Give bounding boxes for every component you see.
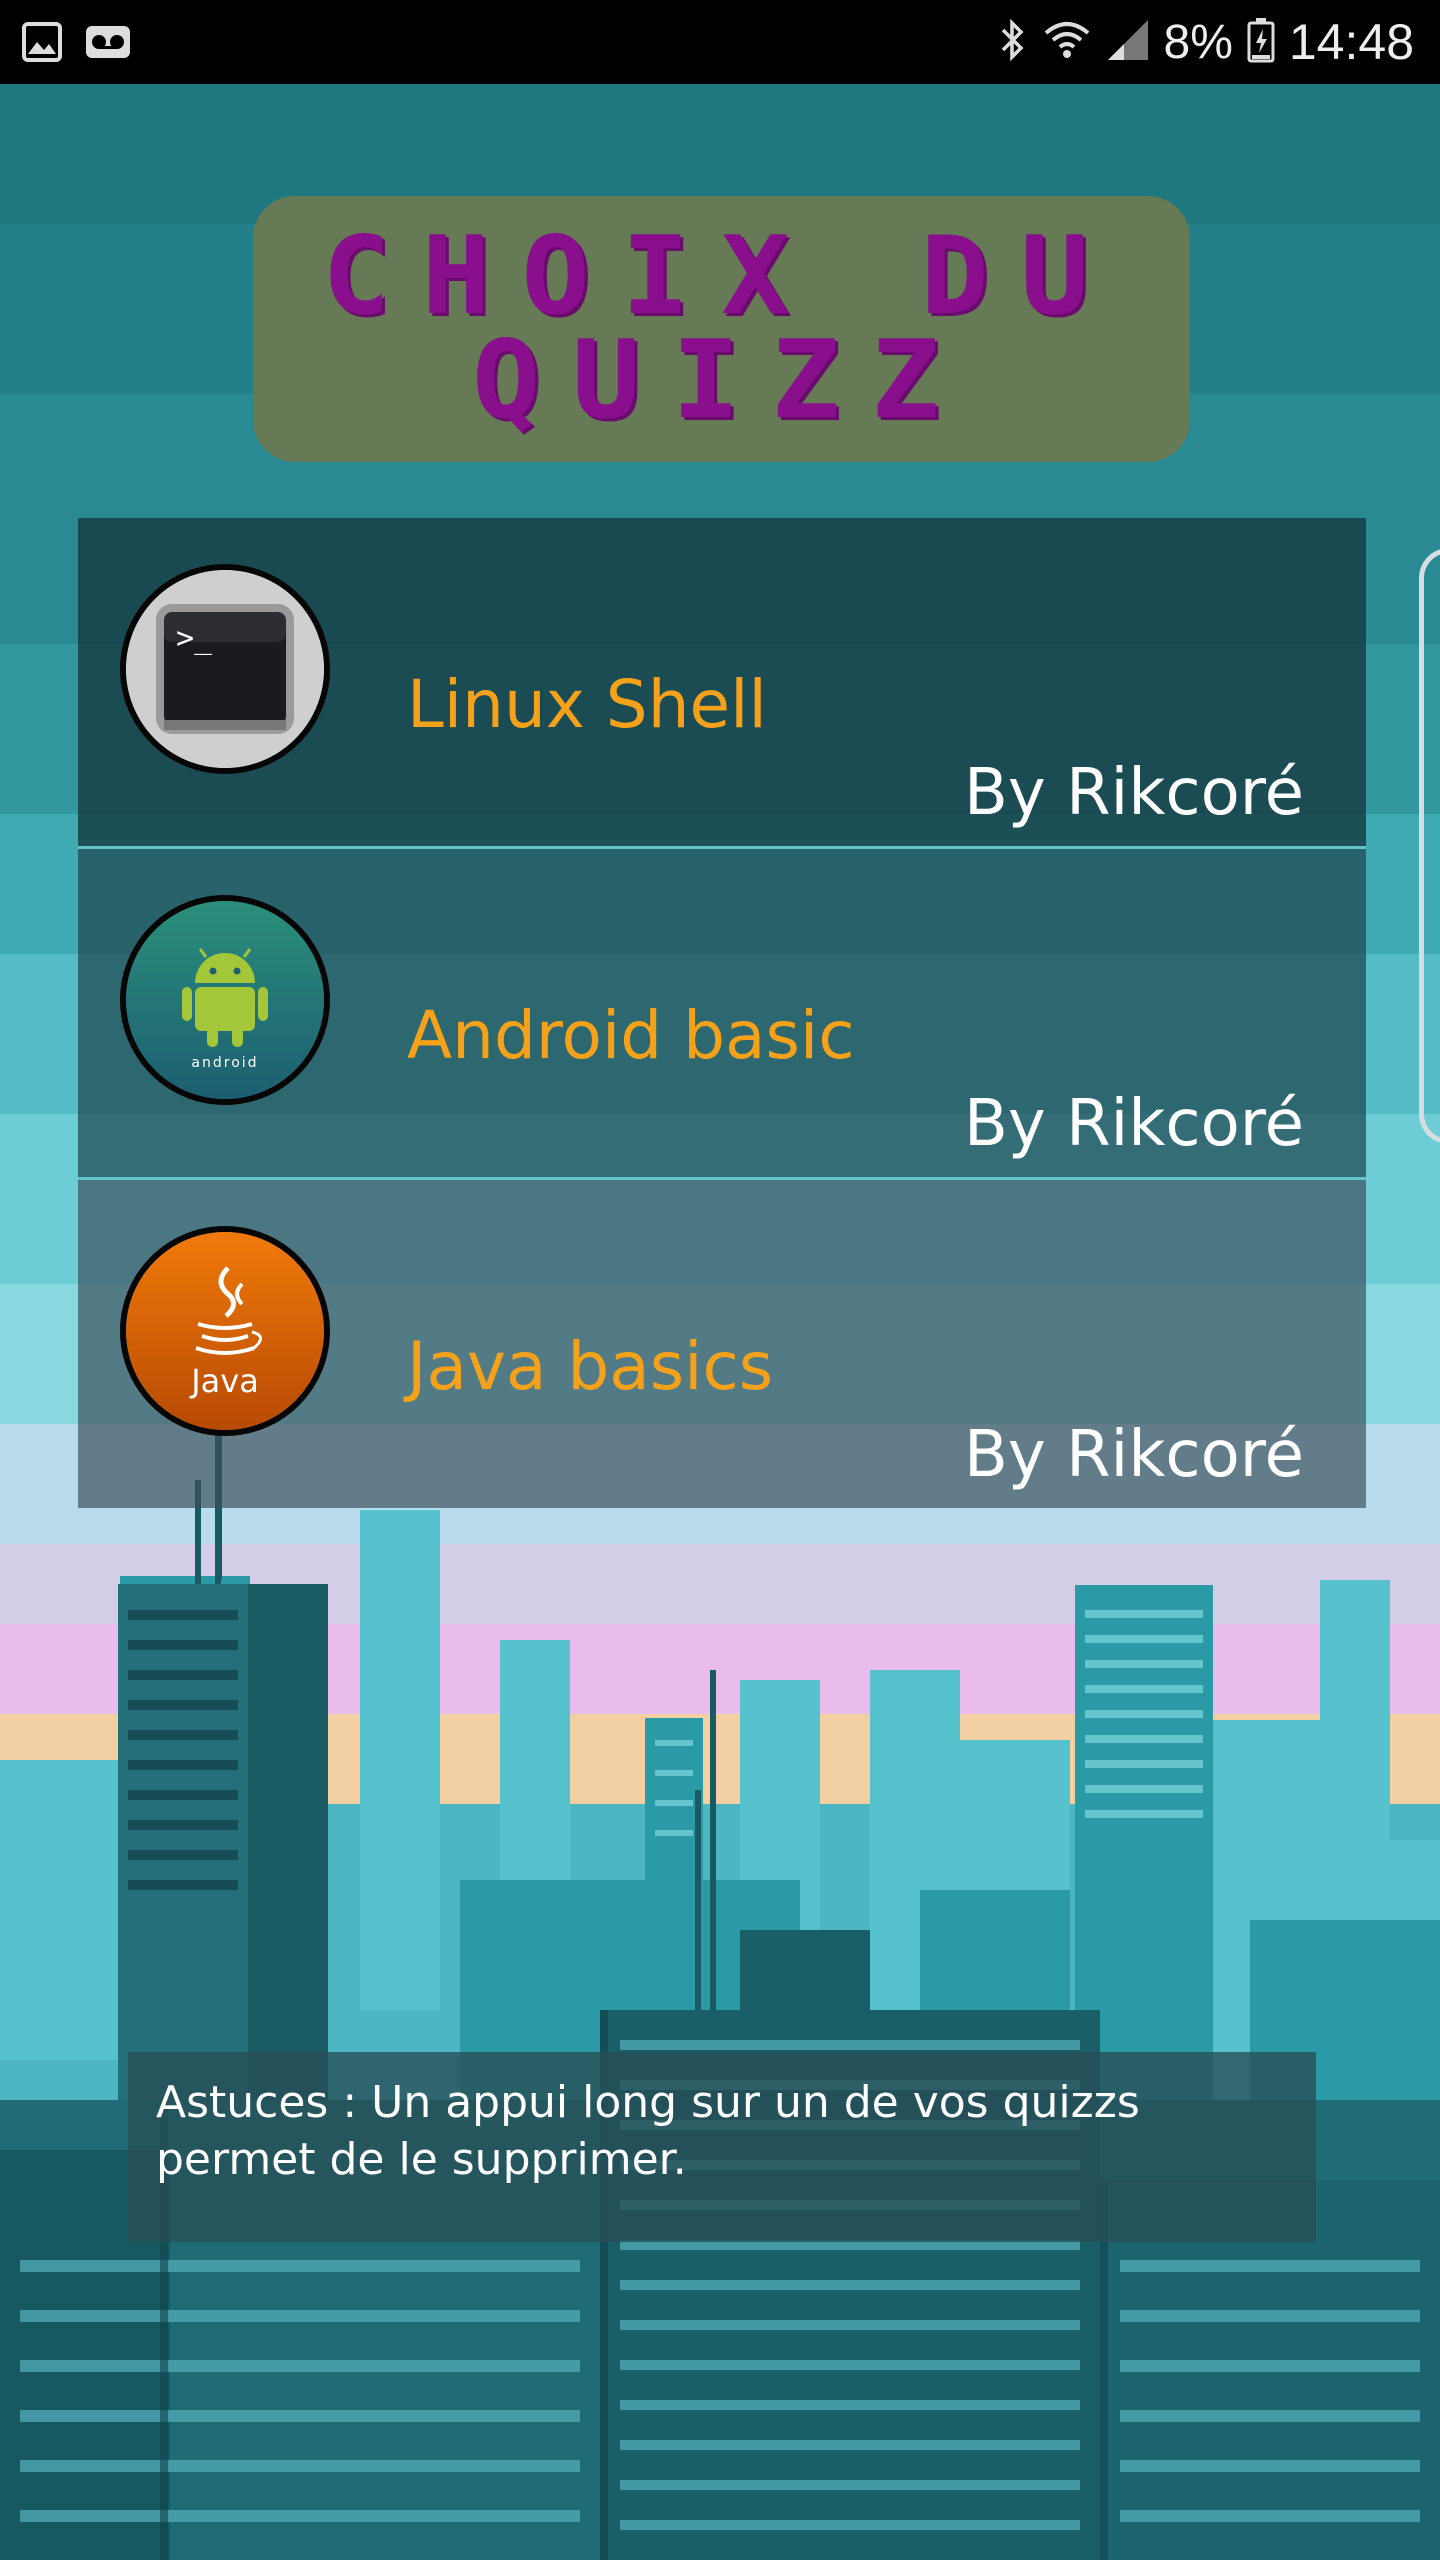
voicemail-icon [84, 22, 132, 66]
terminal-icon: >_ [120, 564, 330, 774]
quiz-author: By Rikcoré [963, 1418, 1304, 1492]
title-banner: CHOIX DU QUIZZ [253, 196, 1190, 462]
quiz-item-android-basic[interactable]: android Android basic By Rikcoré [78, 849, 1366, 1180]
java-icon: Java [120, 1226, 330, 1436]
clock: 14:48 [1288, 14, 1414, 70]
quiz-item-java-basics[interactable]: Java Java basics By Rikcoré [78, 1180, 1366, 1508]
battery-percent: 8% [1163, 15, 1233, 69]
quiz-item-linux-shell[interactable]: >_ Linux Shell By Rikcoré [78, 518, 1366, 849]
tip-text: Astuces : Un appui long sur un de vos qu… [128, 2052, 1316, 2242]
quiz-author: By Rikcoré [963, 756, 1304, 830]
battery-icon [1247, 17, 1275, 67]
edge-panel-handle[interactable] [1419, 548, 1440, 1144]
quiz-name: Java basics [407, 1328, 774, 1405]
svg-text:>_: >_ [176, 621, 213, 656]
quiz-list: >_ Linux Shell By Rikcoré android Androi… [78, 518, 1366, 1508]
wifi-icon [1042, 17, 1092, 67]
java-icon-label: Java [189, 1362, 259, 1400]
signal-icon [1106, 18, 1150, 66]
title-line-2: QUIZZ [472, 318, 971, 443]
bluetooth-icon [998, 17, 1028, 67]
quiz-name: Android basic [407, 997, 855, 1074]
title-line-1: CHOIX DU [322, 214, 1121, 339]
status-bar: 8% 14:48 [0, 0, 1440, 84]
android-icon: android [120, 895, 330, 1105]
gallery-icon [22, 22, 62, 66]
android-icon-label: android [191, 1055, 258, 1071]
quiz-author: By Rikcoré [963, 1087, 1304, 1161]
quiz-name: Linux Shell [407, 666, 767, 743]
